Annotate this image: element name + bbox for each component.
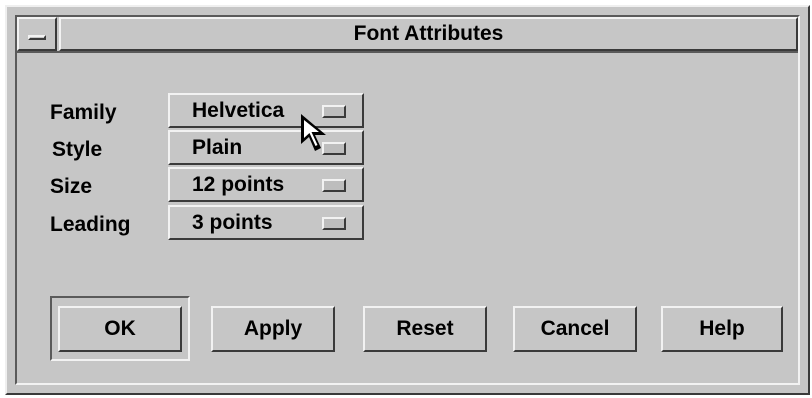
size-label: Size [50,175,93,198]
style-value: Plain [192,136,243,159]
option-menu-indicator-icon [322,217,346,230]
title-bar: Font Attributes [17,17,798,53]
family-value: Helvetica [192,99,285,122]
window-menu-button[interactable] [17,17,57,51]
mouse-pointer-icon [301,114,326,151]
option-menu-indicator-icon [322,179,346,192]
family-label: Family [50,101,117,124]
ok-button[interactable]: OK [58,306,182,352]
leading-label: Leading [50,213,131,236]
help-button[interactable]: Help [661,306,783,352]
cancel-button[interactable]: Cancel [513,306,637,352]
leading-option-menu[interactable]: 3 points [168,205,364,240]
font-attributes-dialog: Font Attributes Family Style Size Leadin… [5,5,810,395]
dialog-frame: Font Attributes Family Style Size Leadin… [15,15,800,385]
style-label: Style [52,138,103,161]
reset-button[interactable]: Reset [363,306,487,352]
window-title[interactable]: Font Attributes [59,17,798,51]
leading-value: 3 points [192,211,273,234]
size-option-menu[interactable]: 12 points [168,167,364,202]
apply-button[interactable]: Apply [211,306,335,352]
window-menu-icon [28,35,46,40]
size-value: 12 points [192,173,285,196]
